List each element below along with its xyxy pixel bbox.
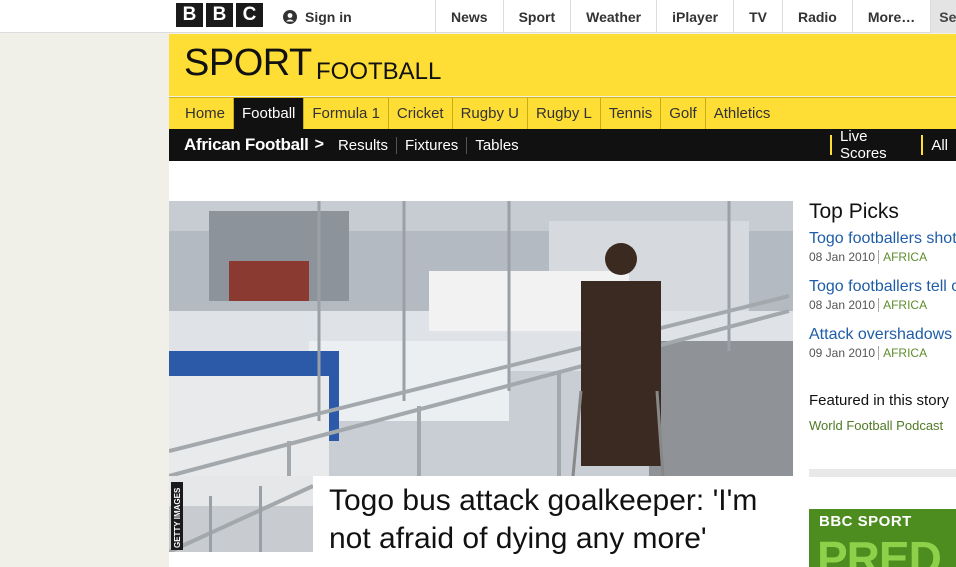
nav-weather[interactable]: Weather [570,0,656,33]
photo-credit-text: GETTY IMAGES [173,487,182,548]
bbc-sport-promo[interactable]: BBC SPORT PRED [809,509,956,567]
nav-rugby-league[interactable]: Rugby L [528,98,601,129]
nav-golf[interactable]: Golf [661,98,706,129]
sidebar-divider [809,469,956,477]
live-scores-link[interactable]: Live Scores [830,128,921,162]
top-pick-tag: AFRICA [878,346,928,360]
nav-tennis[interactable]: Tennis [601,98,662,129]
featured-heading: Featured in this story [809,392,950,409]
top-pick-title[interactable]: Togo footballers tell o [809,278,956,296]
promo-big-text: PRED [817,532,942,567]
sport-title[interactable]: SPORT [184,42,312,85]
nav-tv[interactable]: TV [733,0,782,33]
football-sub-nav: African Football > Results Fixtures Tabl… [169,128,956,162]
subnav-tables[interactable]: Tables [467,137,526,154]
story-image[interactable] [169,201,793,476]
all-link[interactable]: All [921,135,956,155]
top-pick-tag: AFRICA [878,298,928,312]
top-pick-tag: AFRICA [878,250,928,264]
top-picks-heading: Top Picks [809,200,899,223]
nav-sport[interactable]: Sport [502,0,571,33]
bbc-logo-block: C [236,3,263,27]
nav-more[interactable]: More… [851,0,930,33]
bbc-logo-block: B [176,3,203,27]
photo-credit: GETTY IMAGES [171,482,183,550]
nav-news[interactable]: News [435,0,503,33]
sign-in-label: Sign in [305,8,352,25]
top-pick-date: 09 Jan 2010 [809,346,876,360]
top-pick-date: 08 Jan 2010 [809,298,876,312]
top-pick-item[interactable]: Togo footballers tell o 08 Jan 2010 AFRIC… [809,278,956,312]
top-pick-meta: 08 Jan 2010 AFRICA [809,298,956,312]
nav-home[interactable]: Home [169,98,235,129]
story-headline[interactable]: Togo bus attack goalkeeper: 'I'm not afr… [329,482,789,558]
top-pick-title[interactable]: Attack overshadows [809,326,956,344]
subnav-right: Live Scores All [830,128,956,162]
breadcrumb-arrow-icon: > [314,136,324,153]
search-box[interactable]: Sea [930,0,956,33]
section-african-football[interactable]: African Football [184,135,309,155]
sport-main-nav: Home Football Formula 1 Cricket Rugby U … [169,97,956,129]
user-icon [283,9,297,24]
top-pick-date: 08 Jan 2010 [809,250,876,264]
top-pick-meta: 09 Jan 2010 AFRICA [809,346,956,360]
sport-header: SPORT FOOTBALL [169,34,956,96]
bbc-logo-block: B [206,3,233,27]
featured-link[interactable]: World Football Podcast [809,418,943,433]
nav-cricket[interactable]: Cricket [389,98,453,129]
section-title: FOOTBALL [316,58,442,85]
bbc-logo[interactable]: B B C [176,3,263,27]
bbc-global-nav: News Sport Weather iPlayer TV Radio More… [435,0,956,33]
top-pick-title[interactable]: Togo footballers shot [809,230,956,248]
promo-label: BBC SPORT [819,513,912,530]
top-pick-meta: 08 Jan 2010 AFRICA [809,250,956,264]
sign-in-link[interactable]: Sign in [283,0,352,33]
top-pick-item[interactable]: Togo footballers shot 08 Jan 2010 AFRICA [809,230,956,264]
story-image-lower [169,476,313,552]
nav-iplayer[interactable]: iPlayer [656,0,733,33]
nav-rugby-union[interactable]: Rugby U [453,98,528,129]
subnav-fixtures[interactable]: Fixtures [397,136,468,154]
nav-athletics[interactable]: Athletics [706,98,779,129]
subnav-results[interactable]: Results [330,136,397,154]
top-pick-item[interactable]: Attack overshadows 09 Jan 2010 AFRICA [809,326,956,360]
nav-football[interactable]: Football [234,98,305,129]
bbc-top-bar: B B C Sign in News Sport Weather iPlayer… [0,0,956,33]
nav-radio[interactable]: Radio [781,0,852,33]
nav-formula1[interactable]: Formula 1 [304,98,389,129]
